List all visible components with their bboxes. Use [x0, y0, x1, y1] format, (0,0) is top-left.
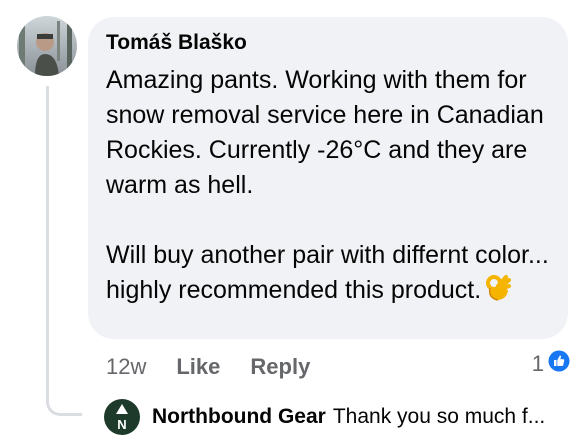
ok-hand-emoji-icon: [485, 274, 512, 312]
reply-preview[interactable]: N Northbound Gear Thank you so much f...: [104, 398, 545, 436]
like-reaction-icon: [548, 350, 570, 378]
comment-text-content: Amazing pants. Working with them for sno…: [106, 66, 549, 304]
reply-thread-line: [46, 86, 82, 416]
reply-button[interactable]: Reply: [250, 354, 310, 380]
reaction-count: 1: [531, 351, 544, 376]
comment-actions: 12w Like Reply: [106, 352, 340, 382]
like-button[interactable]: Like: [176, 354, 220, 380]
comment-author[interactable]: Tomáš Blaško: [106, 31, 247, 55]
commenter-avatar[interactable]: [17, 16, 77, 76]
reply-text: Thank you so much f...: [332, 405, 546, 428]
svg-text:N: N: [117, 417, 126, 432]
reaction-summary[interactable]: 1: [532, 350, 570, 378]
reply-author[interactable]: Northbound Gear: [152, 405, 326, 429]
northbound-logo-icon[interactable]: N: [104, 399, 140, 435]
comment-text: Amazing pants. Working with them for sno…: [106, 63, 556, 312]
comment-timestamp[interactable]: 12w: [106, 354, 146, 380]
comment-bubble: Tomáš Blaško Amazing pants. Working with…: [88, 17, 568, 339]
